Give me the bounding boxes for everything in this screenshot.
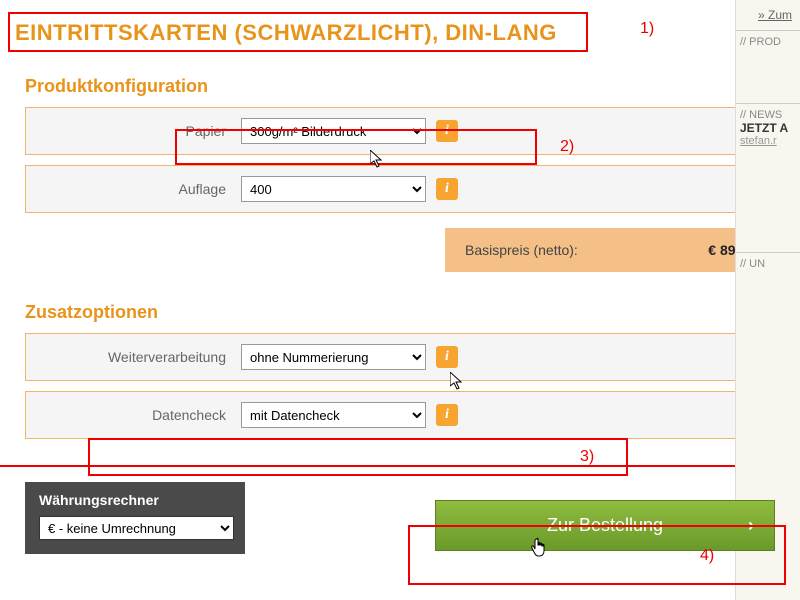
auflage-row: Auflage 400 i [25, 165, 775, 213]
auflage-select[interactable]: 400 [241, 176, 426, 202]
annotation-4: 4) [700, 547, 714, 565]
weiter-label: Weiterverarbeitung [41, 349, 241, 365]
page-title: EINTRITTSKARTEN (SCHWARZLICHT), DIN-LANG [15, 20, 785, 46]
order-button[interactable]: Zur Bestellung › [435, 500, 775, 551]
datencheck-label: Datencheck [41, 407, 241, 423]
config-section-title: Produktkonfiguration [25, 76, 775, 97]
info-icon[interactable]: i [436, 120, 458, 142]
annotation-1: 1) [640, 20, 654, 38]
annotation-3: 3) [580, 448, 594, 466]
price-box: Basispreis (netto): € 89,13 [445, 228, 775, 272]
sidebar-news-label: // NEWS [740, 109, 782, 121]
currency-select[interactable]: € - keine Umrechnung [39, 516, 234, 540]
sidebar-jetzt: JETZT A [740, 121, 788, 135]
chevron-right-icon: › [748, 515, 754, 536]
annotation-2: 2) [560, 138, 574, 156]
paper-select[interactable]: 300g/m² Bilderdruck [241, 118, 426, 144]
datencheck-select[interactable]: mit Datencheck [241, 402, 426, 428]
order-button-label: Zur Bestellung [547, 515, 663, 536]
options-section-title: Zusatzoptionen [25, 302, 775, 323]
currency-title: Währungsrechner [39, 492, 231, 508]
info-icon[interactable]: i [436, 178, 458, 200]
weiter-row: Weiterverarbeitung ohne Nummerierung i [25, 333, 775, 381]
paper-row: Papier 300g/m² Bilderdruck i [25, 107, 775, 155]
weiter-select[interactable]: ohne Nummerierung [241, 344, 426, 370]
sidebar-un: // UN [736, 252, 800, 275]
paper-label: Papier [41, 123, 241, 139]
auflage-label: Auflage [41, 181, 241, 197]
datencheck-row: Datencheck mit Datencheck i [25, 391, 775, 439]
info-icon[interactable]: i [436, 346, 458, 368]
price-label: Basispreis (netto): [465, 242, 578, 258]
info-icon[interactable]: i [436, 404, 458, 426]
currency-box: Währungsrechner € - keine Umrechnung [25, 482, 245, 554]
sidebar-stefan: stefan.r [740, 135, 777, 147]
sidebar-news: // NEWS JETZT A stefan.r [736, 103, 800, 152]
